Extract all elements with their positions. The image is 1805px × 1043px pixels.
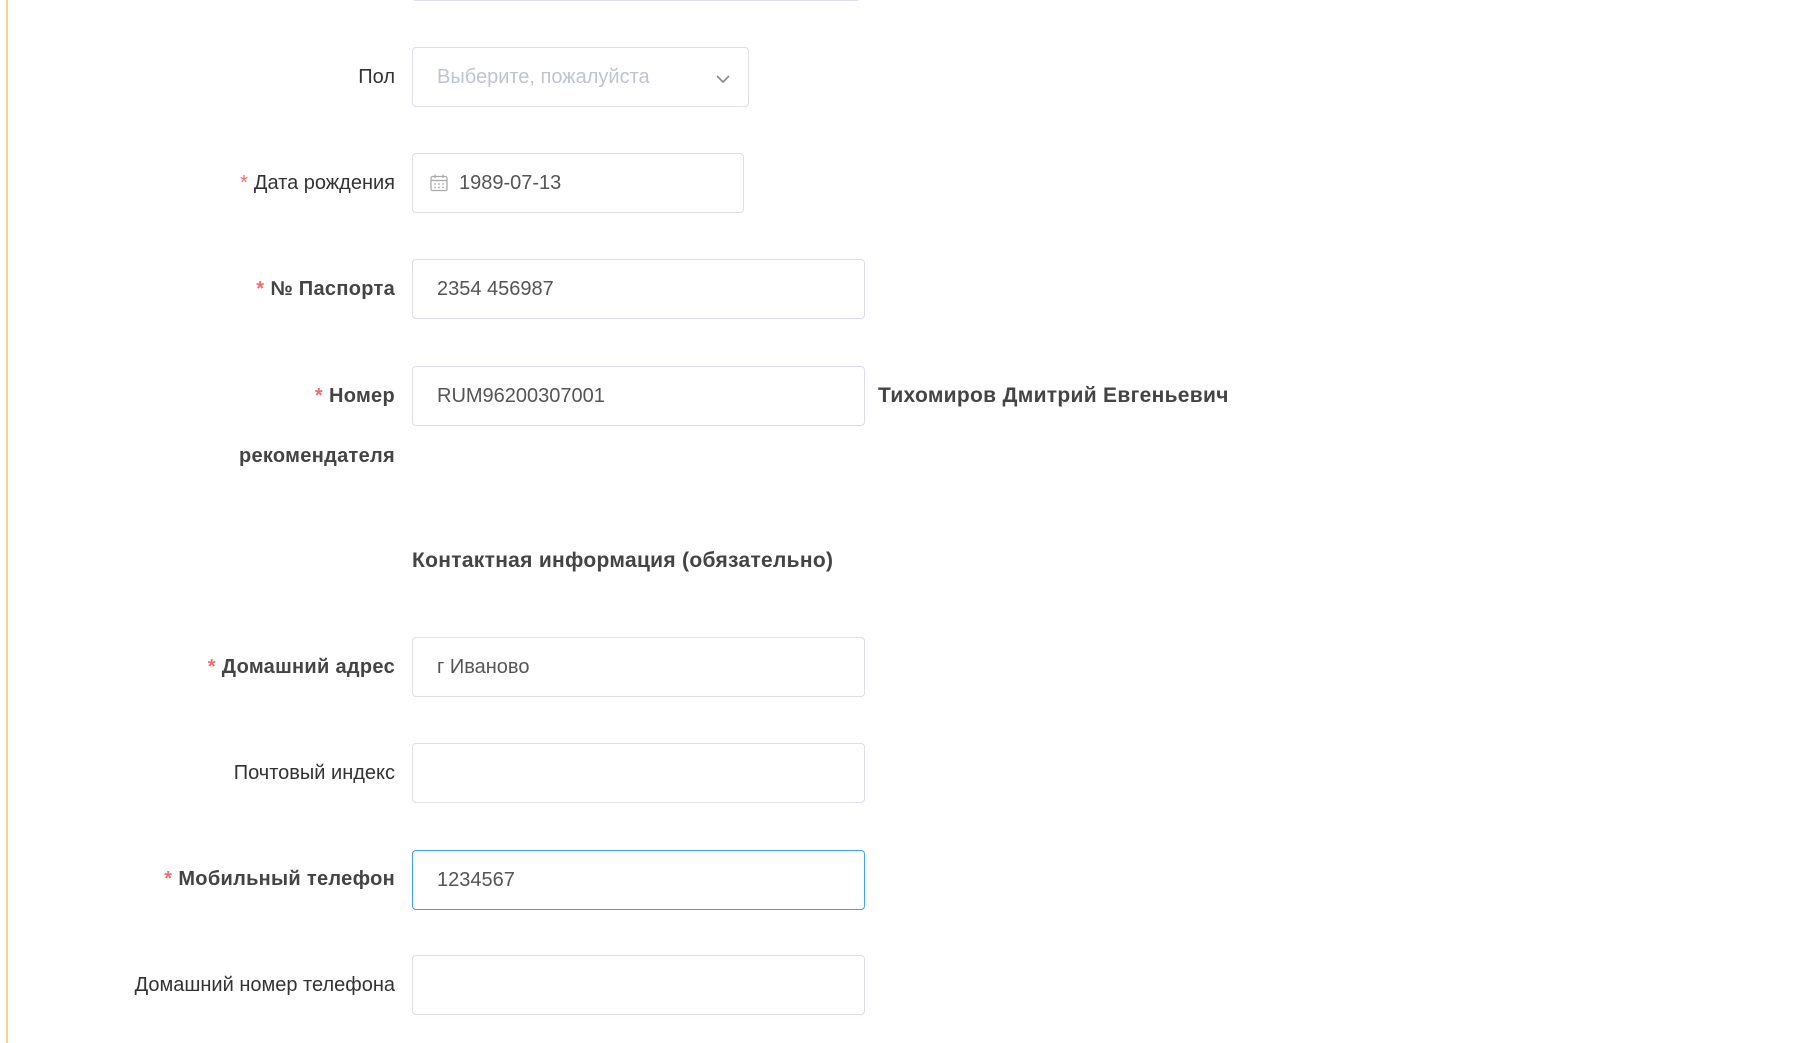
passport-value: 2354 456987	[437, 277, 554, 300]
home-address-input[interactable]: г Иваново	[412, 637, 865, 697]
postal-code-label: Почтовый индекс	[233, 762, 395, 784]
previous-field-edge	[412, 0, 860, 1]
birth-date-label: * Дата рождения	[240, 172, 395, 194]
birth-date-value: 1989-07-13	[459, 171, 562, 194]
passport-input[interactable]: 2354 456987	[412, 259, 865, 319]
home-phone-label: Домашний номер телефона	[134, 974, 395, 996]
referrer-name: Тихомиров Дмитрий Евгеньевич	[878, 384, 1229, 407]
gender-label: Пол	[358, 66, 395, 88]
home-address-value: г Иваново	[437, 655, 530, 678]
referrer-number-input[interactable]: RUM96200307001	[412, 366, 865, 426]
left-border-rule	[6, 0, 8, 1043]
home-phone-input[interactable]	[412, 955, 865, 1015]
required-mark: *	[164, 868, 173, 890]
birth-date-picker[interactable]: 1989-07-13	[412, 153, 744, 213]
referrer-label-line2: рекомендателя	[238, 445, 395, 467]
mobile-phone-input[interactable]: 1234567	[412, 850, 865, 910]
gender-placeholder: Выберите, пожалуйста	[437, 65, 650, 88]
postal-code-input[interactable]	[412, 743, 865, 803]
required-mark: *	[314, 385, 323, 407]
referrer-label-line1: * Номер	[314, 385, 395, 407]
gender-select[interactable]: Выберите, пожалуйста	[412, 47, 749, 107]
required-mark: *	[207, 656, 216, 678]
home-address-label: * Домашний адрес	[207, 656, 395, 678]
referrer-number-value: RUM96200307001	[437, 384, 605, 407]
calendar-icon	[430, 174, 448, 192]
required-mark: *	[256, 278, 265, 300]
passport-label: * № Паспорта	[256, 278, 395, 300]
chevron-down-icon	[716, 75, 730, 84]
mobile-phone-value: 1234567	[437, 868, 515, 891]
mobile-phone-label: * Мобильный телефон	[164, 868, 395, 890]
required-mark: *	[240, 172, 248, 194]
contact-section-title: Контактная информация (обязательно)	[412, 549, 834, 572]
